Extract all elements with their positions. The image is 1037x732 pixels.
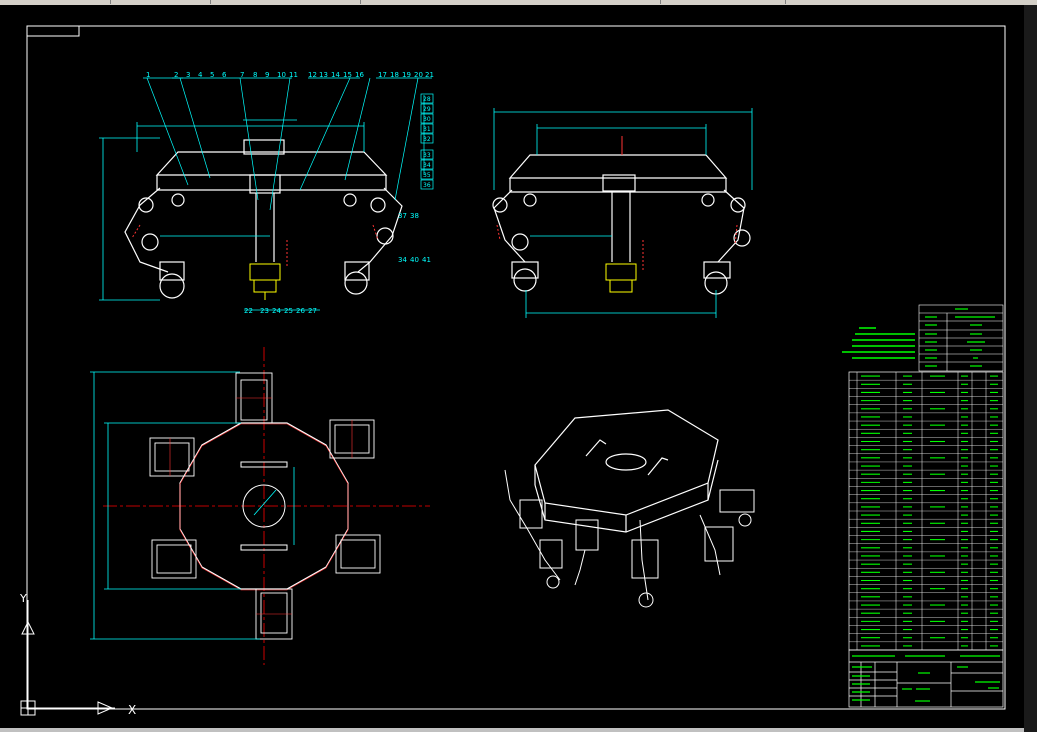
balloon-number: 3 <box>186 71 190 79</box>
ucs-y-label: Y <box>19 592 27 605</box>
balloon-number: 26 <box>296 307 305 315</box>
balloon-number: 1 <box>146 71 150 79</box>
balloon-number: 14 <box>331 71 340 79</box>
balloon-number: 25 <box>284 307 293 315</box>
balloon-number: 35 <box>423 172 431 179</box>
balloon-number: 37 <box>398 212 407 220</box>
balloon-number: 36 <box>423 182 431 189</box>
bottom-balloons: 22 23 24 25 26 27 <box>244 307 317 315</box>
balloon-number: 38 <box>410 212 419 220</box>
drawing-border <box>26 25 1006 710</box>
balloon-number: 2 <box>174 71 178 79</box>
balloon-number: 22 <box>244 307 253 315</box>
front-view-left <box>124 139 403 299</box>
front-view-left-dimensions <box>99 119 365 301</box>
balloon-number: 4 <box>198 71 203 79</box>
balloon-number: 27 <box>308 307 317 315</box>
balloon-number: 6 <box>222 71 227 79</box>
stack-balloons: 28 29 30 31 32 33 34 35 36 <box>420 93 434 190</box>
balloon-number: 16 <box>355 71 364 79</box>
side-view-dimensions <box>493 108 753 318</box>
balloon-number: 40 <box>410 256 419 264</box>
balloon-number: 5 <box>210 71 214 79</box>
plan-view <box>90 347 430 665</box>
balloon-number: 30 <box>423 116 431 123</box>
balloon-number: 17 <box>378 71 387 79</box>
vertical-scrollbar[interactable] <box>1024 5 1037 732</box>
parameter-table <box>918 304 1004 372</box>
menu-segment[interactable] <box>660 0 786 4</box>
balloon-number: 34 <box>423 162 431 169</box>
drawing-sheet: 1 2 3 4 5 6 7 8 9 10 11 12 13 14 15 16 17 18 19 20 21 282930… <box>19 25 1006 717</box>
balloon-number: 9 <box>265 71 269 79</box>
ucs-x-label: X <box>128 703 136 717</box>
ucs-icon <box>20 600 115 716</box>
balloon-number: 31 <box>423 126 431 133</box>
balloon-number: 34 <box>398 256 407 264</box>
isometric-view <box>504 409 755 608</box>
balloon-number: 32 <box>423 136 431 143</box>
balloon-number: 20 <box>414 71 423 79</box>
corner-tag <box>26 25 80 37</box>
technical-notes <box>842 327 915 359</box>
balloon-number: 10 <box>277 71 286 79</box>
balloon-number: 21 <box>425 71 434 79</box>
balloon-number: 18 <box>390 71 399 79</box>
balloon-number: 23 <box>260 307 269 315</box>
horizontal-scrollbar[interactable] <box>0 728 1024 732</box>
front-view-left-leaders <box>143 77 432 311</box>
menu-segment[interactable] <box>110 0 211 4</box>
cad-drawing-canvas[interactable]: 1 2 3 4 5 6 7 8 9 10 11 12 13 14 15 16 17 18 19 20 21 28 29 30… <box>0 5 1037 728</box>
side-view-parts <box>496 136 738 293</box>
balloon-number: 7 <box>240 71 244 79</box>
top-balloons: 1 2 3 4 5 6 7 8 9 10 11 12 13 14 15 16 17 18 19 20 21 <box>146 71 434 79</box>
balloon-number: 24 <box>272 307 281 315</box>
balloon-number: 41 <box>422 256 431 264</box>
balloon-number: 13 <box>319 71 328 79</box>
parameter-table-values <box>925 308 995 367</box>
balloon-number: 28 <box>423 96 431 103</box>
balloon-number: 33 <box>423 152 431 159</box>
menu-segment[interactable] <box>0 0 111 4</box>
title-block-marks <box>852 655 1000 702</box>
menu-segment[interactable] <box>360 0 661 4</box>
balloon-number: 11 <box>289 71 298 79</box>
side-view <box>492 154 751 295</box>
balloon-number: 19 <box>402 71 411 79</box>
balloon-number: 29 <box>423 106 431 113</box>
bill-of-materials <box>848 371 1004 651</box>
menu-segment[interactable] <box>210 0 361 4</box>
right-balloons: 37 38 34 40 41 <box>398 212 431 264</box>
balloon-number: 15 <box>343 71 352 79</box>
balloon-number: 12 <box>308 71 317 79</box>
balloon-number: 8 <box>253 71 257 79</box>
title-block <box>848 649 1004 708</box>
